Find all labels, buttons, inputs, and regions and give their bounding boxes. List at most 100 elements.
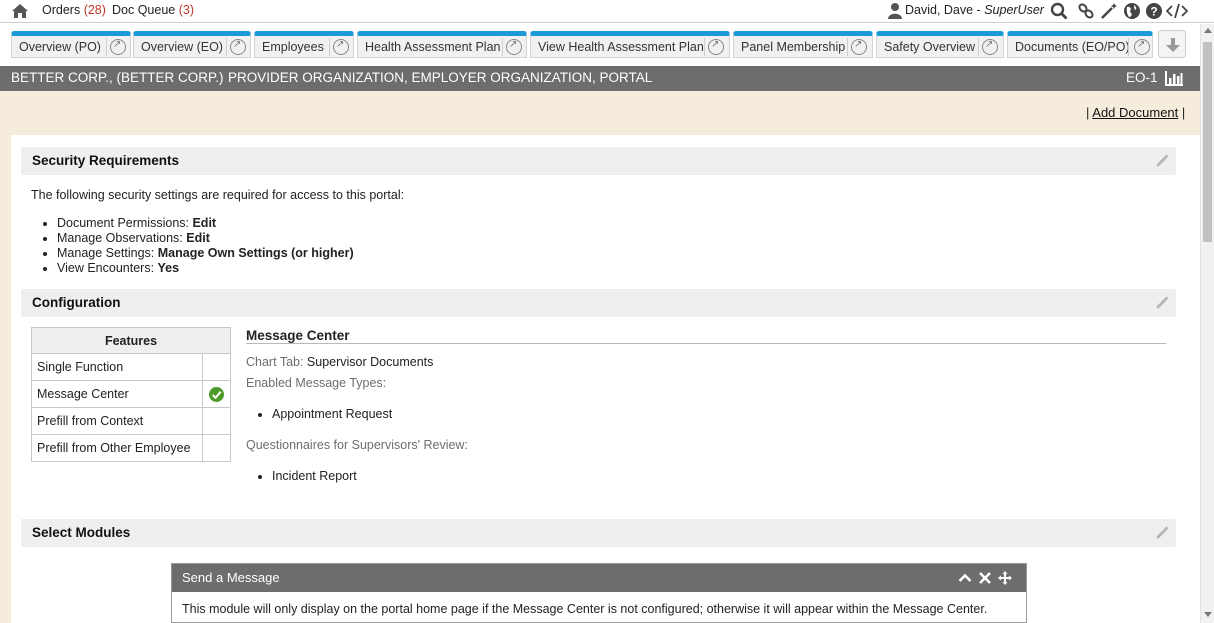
doc-queue-link[interactable]: Doc Queue (3) bbox=[112, 3, 194, 17]
edit-icon[interactable] bbox=[1155, 296, 1169, 310]
features-table: Features Single Function Message Center … bbox=[31, 327, 231, 462]
separator: | bbox=[1178, 105, 1186, 120]
collapse-icon[interactable] bbox=[958, 571, 972, 585]
questionnaires-list: Incident Report bbox=[246, 469, 357, 483]
open-external-icon[interactable] bbox=[708, 39, 724, 55]
open-external-icon[interactable] bbox=[506, 39, 522, 55]
portal-code: EO-1 bbox=[1126, 70, 1158, 85]
module-title: Send a Message bbox=[182, 570, 280, 585]
feature-name: Single Function bbox=[31, 353, 203, 381]
search-icon[interactable] bbox=[1050, 2, 1068, 20]
requirement-label: Document Permissions: bbox=[57, 216, 193, 230]
tab-safety-overview[interactable]: Safety Overview bbox=[876, 31, 1004, 58]
tab-bar: Overview (PO) Overview (EO) Employees He… bbox=[0, 24, 1200, 64]
open-external-icon[interactable] bbox=[333, 39, 349, 55]
tab-divider bbox=[1128, 38, 1129, 56]
chart-tab-setting: Chart Tab: Supervisor Documents bbox=[246, 355, 433, 369]
tab-label: Documents (EO/PO) bbox=[1015, 40, 1130, 54]
open-external-icon[interactable] bbox=[110, 39, 126, 55]
open-external-icon[interactable] bbox=[851, 39, 867, 55]
help-icon[interactable]: ? bbox=[1145, 2, 1163, 20]
document-actions: | Add Document | bbox=[1086, 105, 1185, 120]
list-item: Incident Report bbox=[272, 469, 357, 483]
tab-panel-membership[interactable]: Panel Membership bbox=[733, 31, 873, 58]
arrow-down-icon bbox=[1166, 38, 1180, 52]
tab-label: Overview (PO) bbox=[19, 40, 101, 54]
questionnaires-label: Questionnaires for Supervisors' Review: bbox=[246, 438, 468, 452]
doc-queue-count: (3) bbox=[178, 3, 194, 17]
orders-count: (28) bbox=[83, 3, 106, 17]
link-icon[interactable] bbox=[1077, 2, 1095, 20]
requirement-value: Edit bbox=[192, 216, 217, 230]
list-item: View Encounters: Yes bbox=[57, 261, 354, 276]
tab-label: Overview (EO) bbox=[141, 40, 223, 54]
tab-divider bbox=[329, 38, 330, 56]
feature-status bbox=[202, 380, 231, 408]
home-icon[interactable] bbox=[11, 2, 29, 20]
magic-wand-icon[interactable] bbox=[1100, 2, 1118, 20]
tab-overview-eo[interactable]: Overview (EO) bbox=[133, 31, 251, 58]
svg-text:?: ? bbox=[1150, 5, 1157, 19]
feature-name: Prefill from Other Employee bbox=[31, 434, 203, 462]
top-bar: Orders (28) Doc Queue (3) David, Dave - … bbox=[0, 0, 1214, 23]
module-header[interactable]: Send a Message bbox=[172, 564, 1026, 592]
orders-label: Orders bbox=[42, 3, 81, 17]
scroll-up-arrow[interactable] bbox=[1204, 28, 1212, 33]
enabled-types-list: Appointment Request bbox=[246, 407, 392, 421]
requirement-label: View Encounters: bbox=[57, 261, 158, 275]
security-intro-text: The following security settings are requ… bbox=[31, 188, 405, 202]
list-item: Appointment Request bbox=[272, 407, 392, 421]
security-requirements-header: Security Requirements bbox=[21, 147, 1176, 175]
tab-divider bbox=[978, 38, 979, 56]
feature-status bbox=[202, 434, 231, 462]
requirement-value: Manage Own Settings (or higher) bbox=[157, 246, 354, 260]
requirement-value: Edit bbox=[186, 231, 210, 245]
tab-divider bbox=[106, 38, 107, 56]
edit-icon[interactable] bbox=[1155, 154, 1169, 168]
globe-icon[interactable] bbox=[1123, 2, 1141, 20]
table-row: Message Center bbox=[31, 380, 231, 408]
edit-icon[interactable] bbox=[1155, 526, 1169, 540]
features-header: Features bbox=[31, 327, 231, 354]
tabs-more-button[interactable] bbox=[1158, 30, 1186, 58]
user-icon bbox=[888, 3, 902, 19]
tab-label: Panel Membership bbox=[741, 40, 846, 54]
tab-divider bbox=[502, 38, 503, 56]
tab-health-assessment-plan[interactable]: Health Assessment Plan bbox=[357, 31, 527, 58]
message-center-title: Message Center bbox=[246, 328, 350, 343]
add-document-link[interactable]: Add Document bbox=[1092, 105, 1178, 120]
scroll-down-arrow[interactable] bbox=[1204, 612, 1212, 617]
current-user[interactable]: David, Dave - SuperUser bbox=[905, 3, 1044, 17]
enabled-types-label: Enabled Message Types: bbox=[246, 376, 387, 390]
scrollbar-thumb[interactable] bbox=[1203, 42, 1212, 242]
bar-chart-icon[interactable] bbox=[1164, 70, 1184, 87]
tab-label: Safety Overview bbox=[884, 40, 976, 54]
page-scrollbar[interactable] bbox=[1200, 24, 1214, 623]
tab-view-health-assessment-plan[interactable]: View Health Assessment Plan bbox=[530, 31, 730, 58]
select-modules-header: Select Modules bbox=[21, 519, 1176, 547]
close-icon[interactable] bbox=[978, 571, 992, 585]
move-icon[interactable] bbox=[998, 571, 1012, 585]
list-item: Manage Settings: Manage Own Settings (or… bbox=[57, 246, 354, 261]
tab-overview-po[interactable]: Overview (PO) bbox=[11, 31, 131, 58]
organization-title-bar: BETTER CORP., (BETTER CORP.) PROVIDER OR… bbox=[0, 66, 1200, 91]
tab-employees[interactable]: Employees bbox=[254, 31, 354, 58]
section-title: Select Modules bbox=[32, 525, 131, 540]
requirement-label: Manage Settings: bbox=[57, 246, 158, 260]
tab-label: Health Assessment Plan bbox=[365, 40, 501, 54]
orders-link[interactable]: Orders (28) bbox=[42, 3, 106, 17]
open-external-icon[interactable] bbox=[1134, 39, 1150, 55]
configuration-header: Configuration bbox=[21, 289, 1176, 317]
open-external-icon[interactable] bbox=[230, 39, 246, 55]
module-description: This module will only display on the por… bbox=[182, 602, 988, 616]
section-title: Configuration bbox=[32, 295, 121, 310]
open-external-icon[interactable] bbox=[982, 39, 998, 55]
feature-status bbox=[202, 407, 231, 435]
feature-name: Prefill from Context bbox=[31, 407, 203, 435]
send-message-module: Send a Message This module will only dis… bbox=[171, 563, 1027, 623]
list-item: Manage Observations: Edit bbox=[57, 231, 354, 246]
tab-documents-eo-po[interactable]: Documents (EO/PO) bbox=[1007, 31, 1153, 58]
code-icon[interactable] bbox=[1166, 2, 1188, 20]
doc-queue-label: Doc Queue bbox=[112, 3, 176, 17]
requirement-label: Manage Observations: bbox=[57, 231, 187, 245]
